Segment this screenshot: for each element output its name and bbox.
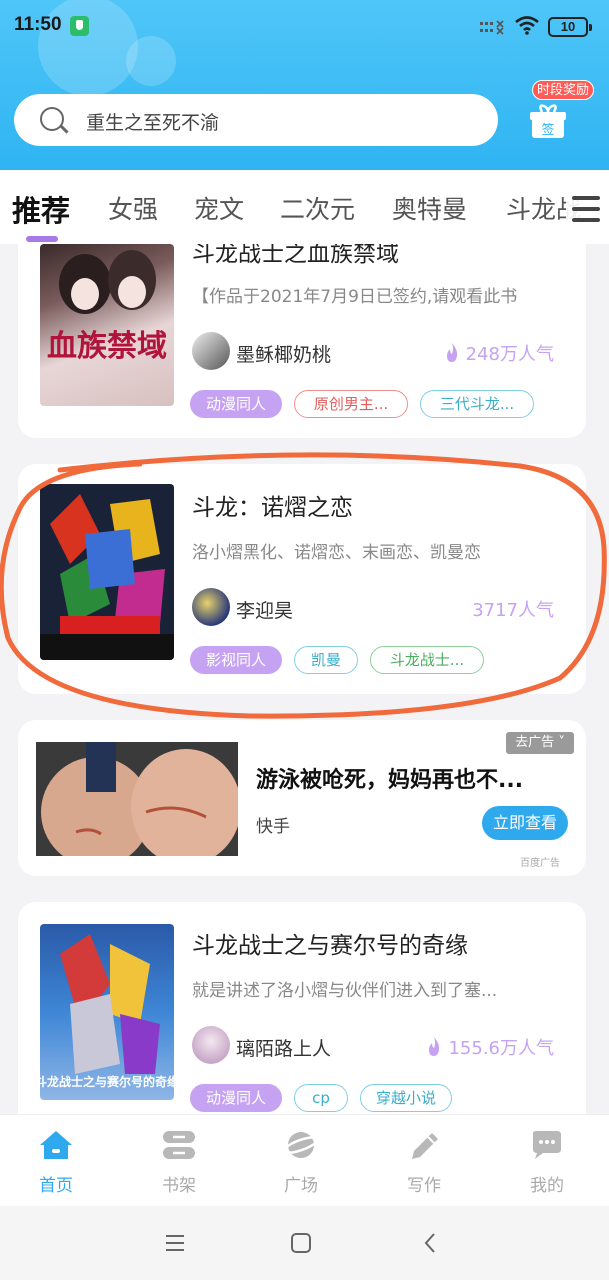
battery-indicator: 10 bbox=[548, 17, 592, 37]
remove-ad-button[interactable]: 去广告 ˅ bbox=[506, 732, 574, 754]
bookshelf-icon bbox=[163, 1131, 195, 1159]
status-bar: 11:50 10 bbox=[0, 0, 609, 52]
ad-card[interactable]: 游泳被呛死，妈妈再也不... 快手 立即查看 去广告 ˅ 百度广告 bbox=[18, 720, 586, 876]
nav-home[interactable]: 首页 bbox=[6, 1115, 106, 1207]
nav-label: 广场 bbox=[284, 1176, 318, 1196]
tag[interactable]: 动漫同人 bbox=[190, 390, 282, 418]
ad-label: 百度广告 bbox=[520, 858, 560, 869]
tab-anime[interactable]: 二次元 bbox=[280, 190, 355, 226]
book-title[interactable]: 斗龙战士之与赛尔号的奇缘 bbox=[192, 926, 468, 960]
tab-recommend[interactable]: 推荐 bbox=[12, 188, 70, 230]
ad-image[interactable] bbox=[36, 742, 238, 856]
system-nav-bar bbox=[0, 1206, 609, 1280]
tab-indicator bbox=[26, 236, 58, 242]
nav-square[interactable]: 广场 bbox=[251, 1115, 351, 1207]
nav-profile[interactable]: 我的 bbox=[497, 1115, 597, 1207]
pen-icon bbox=[412, 1133, 438, 1159]
tag[interactable]: cp bbox=[294, 1084, 348, 1112]
gift-label: 签 bbox=[541, 122, 554, 138]
cover-title: 斗龙战士之与赛尔号的奇缘 bbox=[40, 1074, 174, 1089]
book-card[interactable]: 斗龙战士之与赛尔号的奇缘 斗龙战士之与赛尔号的奇缘 就是讲述了洛小熠与伙伴们进入… bbox=[18, 902, 586, 1114]
book-desc: 【作品于2021年7月9日已签约,请观看此书 bbox=[192, 287, 518, 307]
planet-icon bbox=[283, 1132, 319, 1158]
back-icon[interactable] bbox=[418, 1230, 444, 1256]
tag[interactable]: 三代斗龙... bbox=[420, 390, 534, 418]
flame-icon bbox=[429, 1037, 440, 1056]
avatar[interactable] bbox=[192, 1026, 230, 1064]
cover-art: 斗龙战士之与赛尔号的奇缘 bbox=[40, 934, 174, 1089]
category-tabs: 推荐 女强 宠文 二次元 奥特曼 斗龙战 bbox=[0, 170, 609, 244]
author-name[interactable]: 墨稣椰奶桃 bbox=[236, 340, 331, 367]
tag[interactable]: 穿越小说 bbox=[360, 1084, 452, 1112]
ad-source: 快手 bbox=[256, 817, 290, 837]
menu-icon[interactable] bbox=[566, 192, 604, 226]
tab-female-strong[interactable]: 女强 bbox=[108, 190, 158, 226]
book-title[interactable]: 斗龙战士之血族禁域 bbox=[192, 244, 399, 268]
popularity: 155.6万人气 bbox=[426, 1034, 554, 1060]
reward-badge[interactable]: 时段奖励 bbox=[532, 80, 594, 100]
nav-write[interactable]: 写作 bbox=[374, 1115, 474, 1207]
view-now-button[interactable]: 立即查看 bbox=[482, 806, 568, 840]
header: 11:50 10 重生之至死不渝 时段奖励 签 bbox=[0, 0, 609, 170]
annotation-circle bbox=[0, 452, 607, 719]
tag[interactable]: 动漫同人 bbox=[190, 1084, 282, 1112]
cover-art: 血族禁域 bbox=[47, 250, 167, 364]
nav-bookshelf[interactable]: 书架 bbox=[129, 1115, 229, 1207]
search-icon bbox=[40, 107, 64, 131]
book-cover[interactable]: 血族禁域 bbox=[40, 244, 174, 406]
flame-icon bbox=[446, 343, 457, 362]
recent-apps-icon[interactable] bbox=[162, 1230, 188, 1256]
nav-label: 书架 bbox=[162, 1176, 196, 1196]
nav-label: 我的 bbox=[530, 1176, 564, 1196]
home-icon bbox=[40, 1131, 72, 1159]
book-cover[interactable]: 斗龙战士之与赛尔号的奇缘 bbox=[40, 924, 174, 1100]
cover-title: 血族禁域 bbox=[47, 329, 167, 364]
tag[interactable]: 原创男主... bbox=[294, 390, 408, 418]
book-card[interactable]: 血族禁域 斗龙战士之血族禁域 【作品于2021年7月9日已签约,请观看此书 墨稣… bbox=[18, 244, 586, 438]
gift-icon[interactable]: 签 bbox=[530, 104, 566, 140]
bottom-nav: 首页 书架 广场 写作 我的 bbox=[0, 1114, 609, 1206]
signal-icon bbox=[480, 20, 504, 35]
popularity: 248万人气 bbox=[444, 340, 554, 366]
author-name[interactable]: 璃陌路上人 bbox=[236, 1034, 331, 1061]
status-time: 11:50 bbox=[14, 14, 62, 35]
nav-label: 首页 bbox=[39, 1176, 73, 1196]
book-desc: 就是讲述了洛小熠与伙伴们进入到了塞... bbox=[192, 981, 498, 1001]
tab-pet-romance[interactable]: 宠文 bbox=[194, 190, 244, 226]
nav-label: 写作 bbox=[407, 1176, 441, 1196]
ad-title[interactable]: 游泳被呛死，妈妈再也不... bbox=[256, 762, 523, 794]
tab-ultraman[interactable]: 奥特曼 bbox=[392, 190, 467, 226]
home-button-icon[interactable] bbox=[288, 1230, 314, 1256]
wifi-icon bbox=[515, 16, 539, 35]
search-input[interactable]: 重生之至死不渝 bbox=[86, 108, 219, 135]
chat-icon bbox=[533, 1131, 561, 1159]
avatar[interactable] bbox=[192, 332, 230, 370]
shield-icon bbox=[70, 16, 89, 36]
search-bar[interactable]: 重生之至死不渝 bbox=[14, 94, 498, 146]
